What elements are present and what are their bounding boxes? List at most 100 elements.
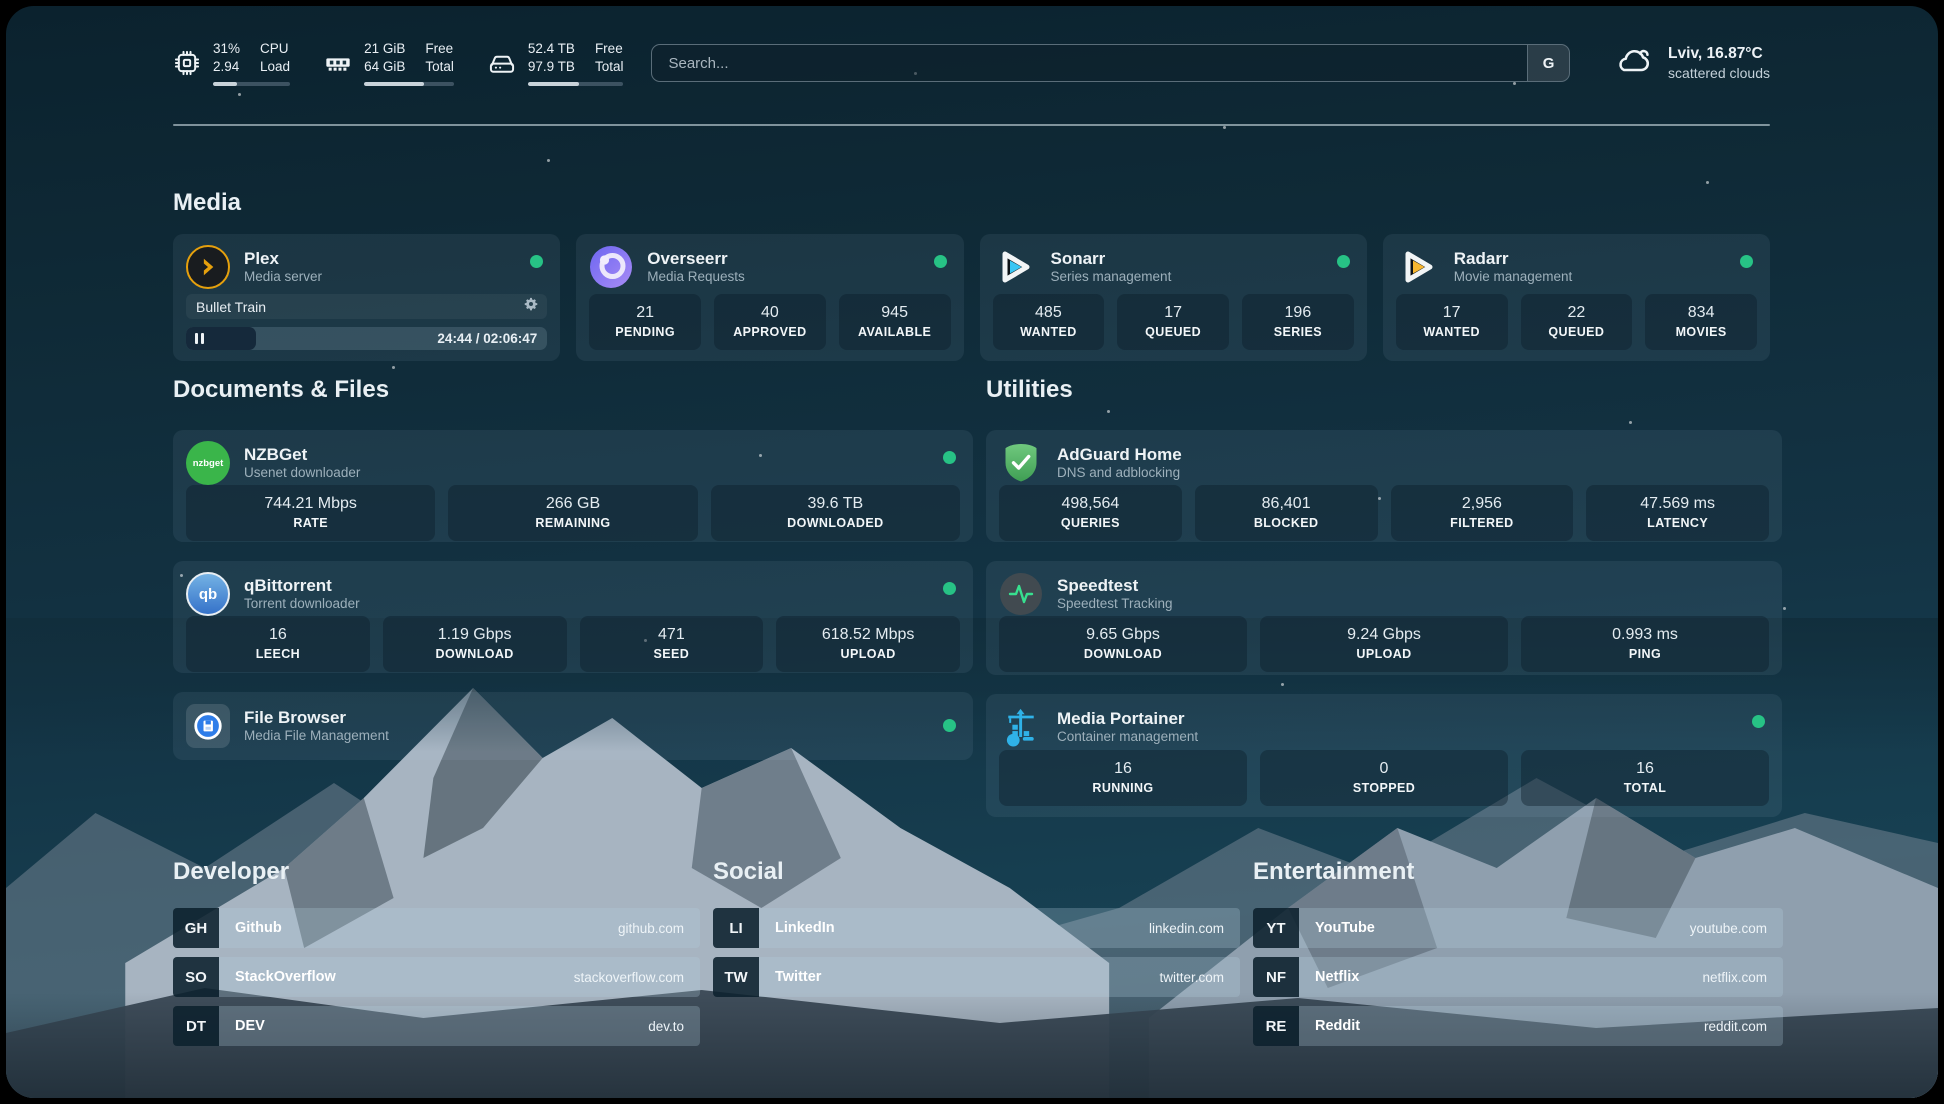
cpu-load-value: 2.94 <box>213 58 240 76</box>
overseerr-titles: Overseerr Media Requests <box>647 248 745 286</box>
filebrowser-card[interactable]: File Browser Media File Management <box>173 692 973 760</box>
adguard-card[interactable]: AdGuard Home DNS and adblocking 498,564 … <box>986 430 1782 542</box>
stat-value: 86,401 <box>1262 494 1311 515</box>
portainer-card[interactable]: Media Portainer Container management 16 … <box>986 694 1782 817</box>
link-abbr: RE <box>1253 1006 1299 1046</box>
disk-readout: 52.4 TB 97.9 TB Free Total <box>528 40 624 86</box>
sonarr-stats: 485 WANTED 17 QUEUED 196 SERIES <box>993 294 1354 350</box>
plex-icon <box>186 245 230 289</box>
link-dev-to[interactable]: DT DEV dev.to <box>173 1006 700 1046</box>
plex-now-playing-row: Bullet Train <box>186 294 547 319</box>
stat-label: FILTERED <box>1450 515 1513 531</box>
overseerr-card[interactable]: Overseerr Media Requests 21 PENDING 40 A… <box>576 234 963 361</box>
link-body: StackOverflow stackoverflow.com <box>219 957 700 997</box>
stat-label: APPROVED <box>733 324 806 340</box>
link-name: DEV <box>235 1018 265 1034</box>
sonarr-card[interactable]: Sonarr Series management 485 WANTED 17 Q… <box>980 234 1367 361</box>
memory-widget: 21 GiB 64 GiB Free Total <box>324 40 454 86</box>
stat-value: 1.19 Gbps <box>438 625 512 646</box>
stat-movies: 834 MOVIES <box>1645 294 1757 350</box>
memory-free: 21 GiB <box>364 40 405 58</box>
radarr-name: Radarr <box>1454 248 1573 269</box>
overseerr-status-online-dot <box>934 255 947 268</box>
link-abbr: LI <box>713 908 759 948</box>
link-linkedin[interactable]: LI LinkedIn linkedin.com <box>713 908 1240 948</box>
disk-free: 52.4 TB <box>528 40 575 58</box>
adguard-name: AdGuard Home <box>1057 444 1182 465</box>
portainer-name: Media Portainer <box>1057 708 1198 729</box>
search-engine-button[interactable]: G <box>1527 45 1569 81</box>
stat-label: QUEUED <box>1145 324 1201 340</box>
link-abbr: SO <box>173 957 219 997</box>
filebrowser-status-online-dot <box>943 719 956 732</box>
stat-label: LEECH <box>256 646 300 662</box>
nzbget-icon: nzbget <box>186 441 230 485</box>
plex-playback-progress-fill <box>186 327 256 350</box>
cpu-readout: 31% 2.94 CPU Load <box>213 40 290 86</box>
stat-value: 16 <box>1114 759 1132 780</box>
link-url: linkedin.com <box>1149 921 1224 936</box>
stat-value: 16 <box>269 625 287 646</box>
qbittorrent-stats: 16 LEECH 1.19 Gbps DOWNLOAD 471 SEED 618… <box>186 616 960 672</box>
qbittorrent-subtitle: Torrent downloader <box>244 596 360 613</box>
sonarr-card-header: Sonarr Series management <box>993 245 1354 289</box>
memory-values: 21 GiB 64 GiB <box>364 40 405 75</box>
memory-progress-bar <box>364 82 454 86</box>
nzbget-card[interactable]: nzbget NZBGet Usenet downloader 744.21 M… <box>173 430 973 542</box>
link-stackoverflow[interactable]: SO StackOverflow stackoverflow.com <box>173 957 700 997</box>
link-youtube[interactable]: YT YouTube youtube.com <box>1253 908 1783 948</box>
plex-now-playing-title: Bullet Train <box>196 299 266 315</box>
cpu-labels: CPU Load <box>260 40 290 75</box>
stat-label: QUERIES <box>1061 515 1120 531</box>
link-url: netflix.com <box>1702 970 1767 985</box>
portainer-status-online-dot <box>1752 715 1765 728</box>
speedtest-card-header: Speedtest Speedtest Tracking <box>999 572 1769 616</box>
radarr-card-header: Radarr Movie management <box>1396 245 1757 289</box>
stat-value: 17 <box>1164 303 1182 324</box>
memory-readout: 21 GiB 64 GiB Free Total <box>364 40 454 86</box>
utilities-section-title: Utilities <box>986 376 1782 404</box>
radarr-card[interactable]: Radarr Movie management 17 WANTED 22 QUE… <box>1383 234 1770 361</box>
memory-label-2: Total <box>425 58 454 76</box>
memory-icon <box>324 49 352 77</box>
disk-progress-bar <box>528 82 624 86</box>
link-body: YouTube youtube.com <box>1299 908 1783 948</box>
link-abbr: NF <box>1253 957 1299 997</box>
speedtest-card[interactable]: Speedtest Speedtest Tracking 9.65 Gbps D… <box>986 561 1782 675</box>
disk-widget: 52.4 TB 97.9 TB Free Total <box>488 40 624 86</box>
speedtest-pulse-icon <box>999 572 1043 616</box>
link-name: Twitter <box>775 969 821 985</box>
cpu-widget: 31% 2.94 CPU Load <box>173 40 290 86</box>
link-reddit[interactable]: RE Reddit reddit.com <box>1253 1006 1783 1046</box>
link-url: twitter.com <box>1159 970 1224 985</box>
sonarr-subtitle: Series management <box>1051 269 1172 286</box>
search-input[interactable] <box>652 45 1527 81</box>
sonarr-status-online-dot <box>1337 255 1350 268</box>
link-twitter[interactable]: TW Twitter twitter.com <box>713 957 1240 997</box>
qbittorrent-card[interactable]: qb qBittorrent Torrent downloader 16 LEE… <box>173 561 973 673</box>
gear-icon[interactable] <box>523 296 539 317</box>
qbittorrent-card-header: qb qBittorrent Torrent downloader <box>186 572 960 616</box>
stat-value: 9.24 Gbps <box>1347 625 1421 646</box>
memory-labels: Free Total <box>425 40 454 75</box>
top-bar: 31% 2.94 CPU Load <box>173 30 1770 96</box>
speedtest-subtitle: Speedtest Tracking <box>1057 596 1173 613</box>
link-name: StackOverflow <box>235 969 336 985</box>
link-url: github.com <box>618 921 684 936</box>
stat-pending: 21 PENDING <box>589 294 701 350</box>
weather-text: Lviv, 16.87°C scattered clouds <box>1668 44 1770 82</box>
stat-label: LATENCY <box>1647 515 1708 531</box>
developer-section: Developer GH Github github.com SO StackO… <box>173 858 700 1055</box>
weather-widget[interactable]: Lviv, 16.87°C scattered clouds <box>1614 44 1770 82</box>
link-github[interactable]: GH Github github.com <box>173 908 700 948</box>
stat-remaining: 266 GB REMAINING <box>448 485 697 541</box>
sonarr-name: Sonarr <box>1051 248 1172 269</box>
link-netflix[interactable]: NF Netflix netflix.com <box>1253 957 1783 997</box>
stat-queued: 22 QUEUED <box>1521 294 1633 350</box>
stat-label: DOWNLOADED <box>787 515 883 531</box>
social-section-title: Social <box>713 858 1240 886</box>
stat-label: SEED <box>654 646 690 662</box>
disk-label-1: Free <box>595 40 624 58</box>
plex-card[interactable]: Plex Media server Bullet Train <box>173 234 560 361</box>
stat-queued: 17 QUEUED <box>1117 294 1229 350</box>
